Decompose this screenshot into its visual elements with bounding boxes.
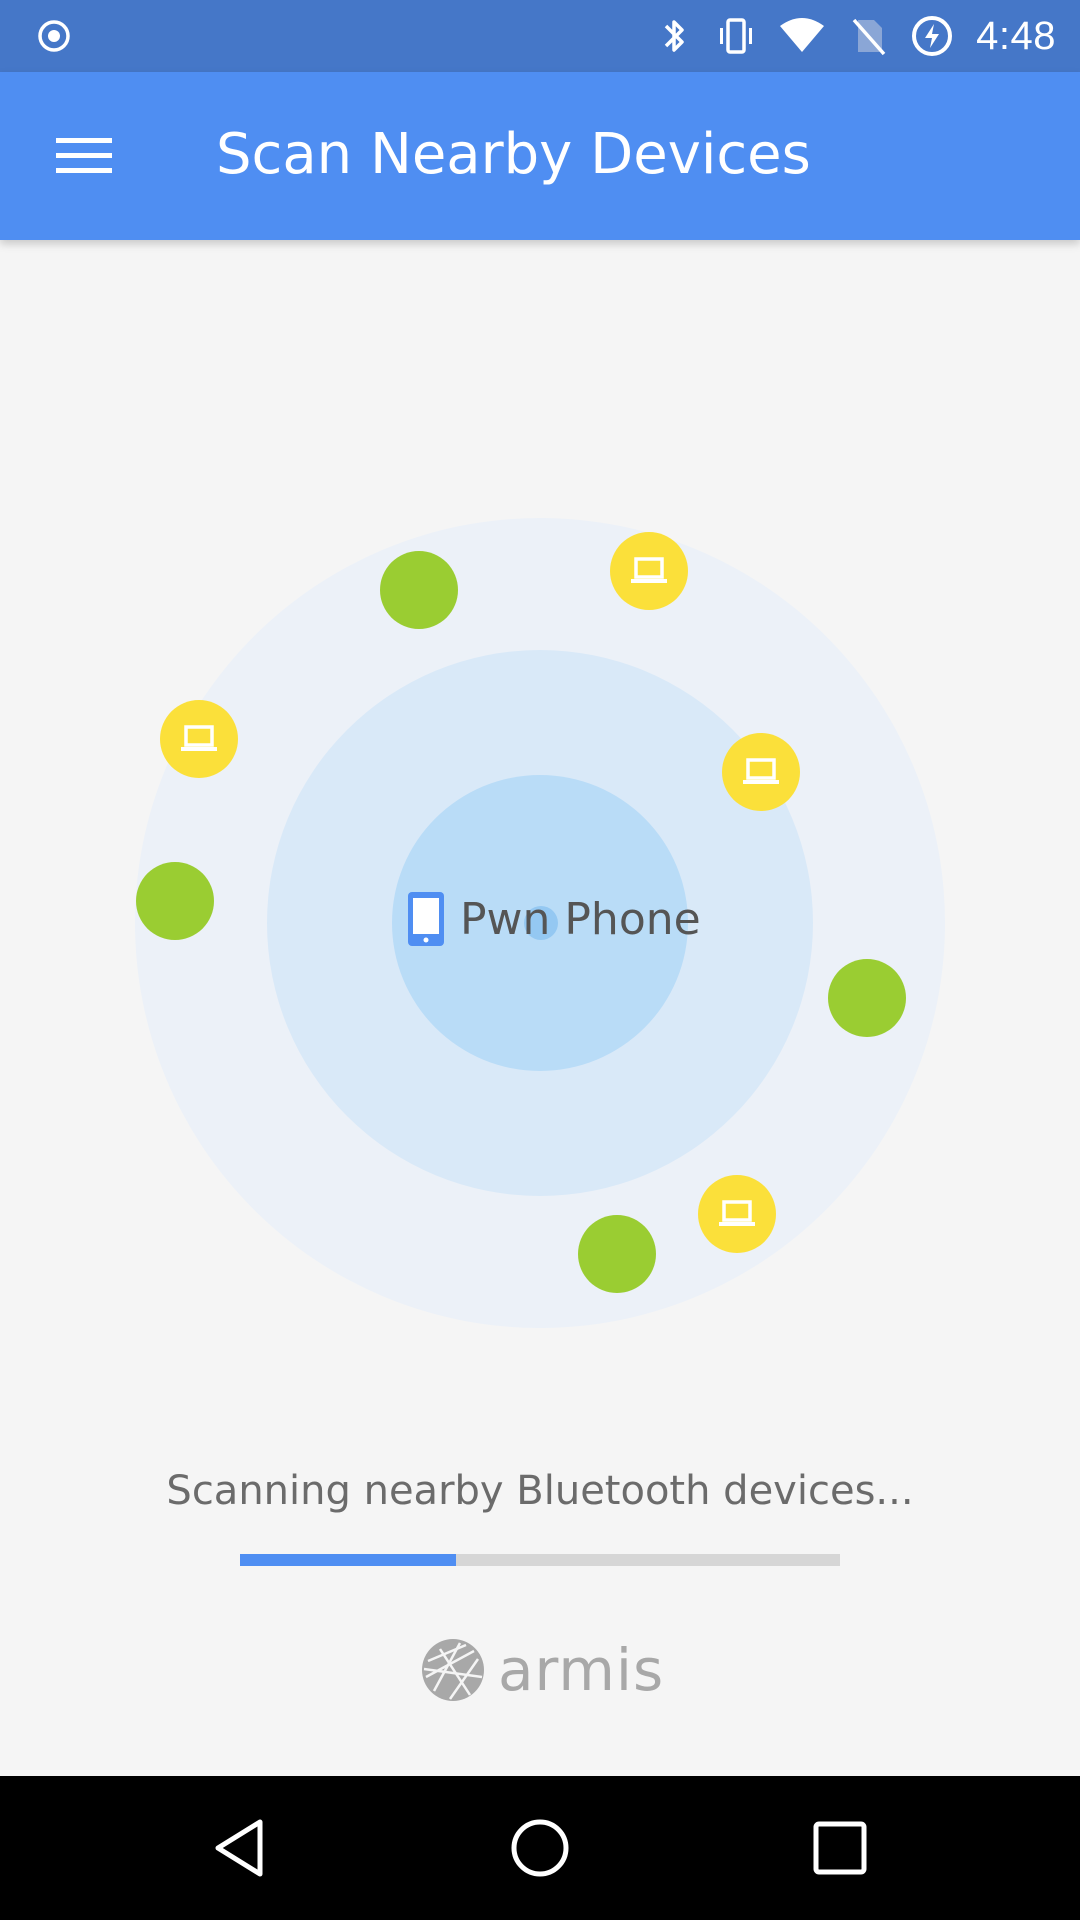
- page-title: Scan Nearby Devices: [216, 122, 811, 187]
- laptop-icon: [631, 557, 667, 583]
- device-node-unknown[interactable]: [380, 551, 458, 629]
- device-node-unknown[interactable]: [828, 959, 906, 1037]
- vibrate-icon: [720, 18, 753, 54]
- armis-logo-icon: [422, 1639, 484, 1701]
- self-device: Pwn Phone: [406, 890, 701, 948]
- no-sim-icon: [852, 18, 886, 56]
- device-node-unknown[interactable]: [578, 1215, 656, 1293]
- device-node-unknown[interactable]: [136, 862, 214, 940]
- home-icon: [511, 1819, 569, 1877]
- status-time: 4:48: [976, 13, 1056, 58]
- scan-progress-bar: [240, 1554, 840, 1566]
- back-icon: [215, 1819, 263, 1877]
- status-bar: 4:48: [0, 0, 1080, 72]
- menu-icon: [56, 138, 112, 173]
- laptop-icon: [743, 758, 779, 784]
- device-node-laptop[interactable]: [698, 1175, 776, 1253]
- device-radar: Pwn Phone: [0, 240, 1080, 1440]
- armis-wordmark: armis: [498, 1636, 665, 1704]
- scan-status-text: Scanning nearby Bluetooth devices...: [166, 1468, 914, 1514]
- menu-button[interactable]: [40, 116, 128, 196]
- battery-charging-icon: [912, 16, 953, 56]
- scan-progress-fill: [240, 1554, 456, 1566]
- laptop-icon: [181, 725, 217, 751]
- app-bar: Scan Nearby Devices: [0, 72, 1080, 240]
- recent-apps-button[interactable]: [790, 1798, 890, 1898]
- device-node-laptop[interactable]: [722, 733, 800, 811]
- record-icon: [38, 20, 70, 52]
- self-device-label: Pwn Phone: [460, 893, 701, 945]
- device-node-laptop[interactable]: [610, 532, 688, 610]
- status-icons: 4:48: [654, 0, 1056, 72]
- laptop-icon: [719, 1200, 755, 1226]
- wifi-icon: [780, 18, 825, 52]
- system-nav-bar: [0, 1776, 1080, 1920]
- recent-apps-icon: [813, 1821, 867, 1875]
- device-node-laptop[interactable]: [160, 700, 238, 778]
- bluetooth-icon: [664, 20, 684, 52]
- back-button[interactable]: [190, 1798, 290, 1898]
- brand-logo: armis: [420, 1636, 664, 1704]
- phone-icon: [408, 892, 444, 946]
- home-button[interactable]: [490, 1798, 590, 1898]
